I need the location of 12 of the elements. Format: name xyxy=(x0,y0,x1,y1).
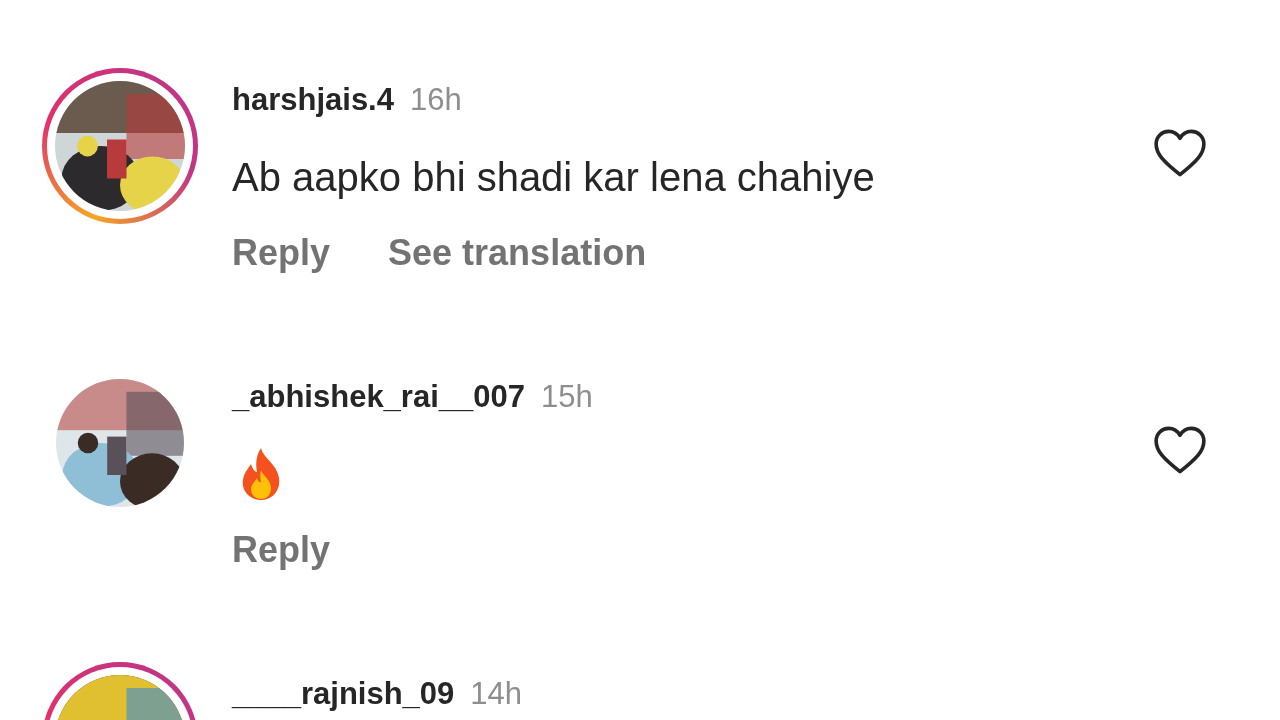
reply-link[interactable]: Reply xyxy=(232,229,331,277)
heart-icon[interactable] xyxy=(1152,128,1208,178)
comment-time: 15h xyxy=(541,378,593,416)
comment-time: 16h xyxy=(410,81,462,119)
username[interactable]: ____rajnish_09 xyxy=(232,674,455,714)
comment-time: 14h xyxy=(470,675,523,713)
username[interactable]: _abhishek_rai__007 xyxy=(232,377,525,417)
translation-link[interactable]: See translation xyxy=(388,229,647,277)
username[interactable]: harshjais.4 xyxy=(232,80,394,120)
comment-text: Ab aapko bhi shadi kar lena chahiye xyxy=(232,154,875,201)
reply-link[interactable]: Reply xyxy=(232,526,331,574)
heart-icon[interactable] xyxy=(1152,425,1208,475)
